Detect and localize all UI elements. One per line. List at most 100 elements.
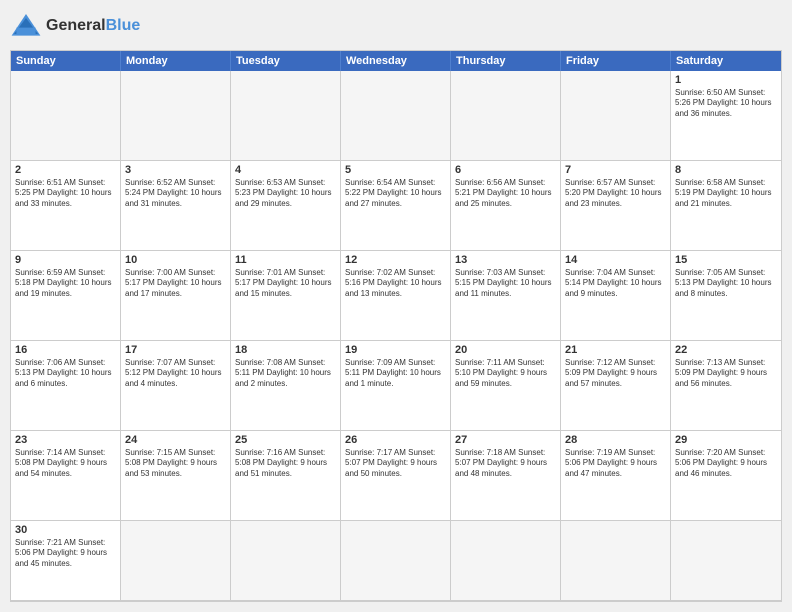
logo-text: GeneralBlue <box>46 17 140 35</box>
day-info: Sunrise: 6:54 AM Sunset: 5:22 PM Dayligh… <box>345 178 446 209</box>
day-number: 29 <box>675 434 777 446</box>
day-header-friday: Friday <box>561 51 671 71</box>
calendar-day-8: 8Sunrise: 6:58 AM Sunset: 5:19 PM Daylig… <box>671 161 781 251</box>
day-number: 26 <box>345 434 446 446</box>
day-number: 13 <box>455 254 556 266</box>
day-info: Sunrise: 7:08 AM Sunset: 5:11 PM Dayligh… <box>235 358 336 389</box>
calendar-day-5: 5 Sunrise: 6:54 AM Sunset: 5:22 PM Daylig… <box>341 161 451 251</box>
day-info: Sunrise: 6:50 AM Sunset: 5:26 PM Dayligh… <box>675 88 777 119</box>
day-header-wednesday: Wednesday <box>341 51 451 71</box>
calendar-day-13: 13 Sunrise: 7:03 AM Sunset: 5:15 PM Dayli… <box>451 251 561 341</box>
day-header-sunday: Sunday <box>11 51 121 71</box>
day-number: 24 <box>125 434 226 446</box>
calendar-day-24: 24 Sunrise: 7:15 AM Sunset: 5:08 PM Dayli… <box>121 431 231 521</box>
day-number: 9 <box>15 254 116 266</box>
day-info: Sunrise: 6:59 AM Sunset: 5:18 PM Dayligh… <box>15 268 116 299</box>
day-number: 20 <box>455 344 556 356</box>
day-info: Sunrise: 6:52 AM Sunset: 5:24 PM Dayligh… <box>125 178 226 209</box>
day-number: 16 <box>15 344 116 356</box>
calendar-empty <box>231 521 341 601</box>
day-info: Sunrise: 6:56 AM Sunset: 5:21 PM Dayligh… <box>455 178 556 209</box>
calendar-day-11: 11 Sunrise: 7:01 AM Sunset: 5:17 PM Dayli… <box>231 251 341 341</box>
day-header-tuesday: Tuesday <box>231 51 341 71</box>
calendar-day-3: 3 Sunrise: 6:52 AM Sunset: 5:24 PM Daylig… <box>121 161 231 251</box>
calendar-day-2: 2 Sunrise: 6:51 AM Sunset: 5:25 PM Daylig… <box>11 161 121 251</box>
day-info: Sunrise: 7:00 AM Sunset: 5:17 PM Dayligh… <box>125 268 226 299</box>
page: GeneralBlue SundayMondayTuesdayWednesday… <box>0 0 792 612</box>
day-number: 14 <box>565 254 666 266</box>
day-info: Sunrise: 7:19 AM Sunset: 5:06 PM Dayligh… <box>565 448 666 479</box>
calendar-day-18: 18 Sunrise: 7:08 AM Sunset: 5:11 PM Dayli… <box>231 341 341 431</box>
calendar-day-23: 23Sunrise: 7:14 AM Sunset: 5:08 PM Dayli… <box>11 431 121 521</box>
calendar-day-6: 6 Sunrise: 6:56 AM Sunset: 5:21 PM Daylig… <box>451 161 561 251</box>
day-number: 25 <box>235 434 336 446</box>
day-info: Sunrise: 7:11 AM Sunset: 5:10 PM Dayligh… <box>455 358 556 389</box>
calendar-day-20: 20 Sunrise: 7:11 AM Sunset: 5:10 PM Dayli… <box>451 341 561 431</box>
calendar-day-30: 30 Sunrise: 7:21 AM Sunset: 5:06 PM Dayli… <box>11 521 121 601</box>
calendar-day-17: 17 Sunrise: 7:07 AM Sunset: 5:12 PM Dayli… <box>121 341 231 431</box>
day-info: Sunrise: 7:16 AM Sunset: 5:08 PM Dayligh… <box>235 448 336 479</box>
day-number: 1 <box>675 74 777 86</box>
day-number: 6 <box>455 164 556 176</box>
day-info: Sunrise: 7:20 AM Sunset: 5:06 PM Dayligh… <box>675 448 777 479</box>
calendar-day-26: 26 Sunrise: 7:17 AM Sunset: 5:07 PM Dayli… <box>341 431 451 521</box>
day-header-thursday: Thursday <box>451 51 561 71</box>
calendar-day-16: 16Sunrise: 7:06 AM Sunset: 5:13 PM Dayli… <box>11 341 121 431</box>
calendar-day-19: 19 Sunrise: 7:09 AM Sunset: 5:11 PM Dayli… <box>341 341 451 431</box>
day-number: 3 <box>125 164 226 176</box>
day-number: 4 <box>235 164 336 176</box>
day-info: Sunrise: 7:17 AM Sunset: 5:07 PM Dayligh… <box>345 448 446 479</box>
day-info: Sunrise: 7:07 AM Sunset: 5:12 PM Dayligh… <box>125 358 226 389</box>
day-info: Sunrise: 7:02 AM Sunset: 5:16 PM Dayligh… <box>345 268 446 299</box>
calendar-day-14: 14 Sunrise: 7:04 AM Sunset: 5:14 PM Dayli… <box>561 251 671 341</box>
calendar-day-22: 22Sunrise: 7:13 AM Sunset: 5:09 PM Dayli… <box>671 341 781 431</box>
day-info: Sunrise: 7:03 AM Sunset: 5:15 PM Dayligh… <box>455 268 556 299</box>
day-info: Sunrise: 7:15 AM Sunset: 5:08 PM Dayligh… <box>125 448 226 479</box>
calendar-empty <box>341 521 451 601</box>
calendar-day-4: 4Sunrise: 6:53 AM Sunset: 5:23 PM Daylig… <box>231 161 341 251</box>
calendar-empty <box>561 521 671 601</box>
calendar-day-29: 29 Sunrise: 7:20 AM Sunset: 5:06 PM Dayli… <box>671 431 781 521</box>
day-info: Sunrise: 7:13 AM Sunset: 5:09 PM Dayligh… <box>675 358 777 389</box>
calendar-empty <box>561 71 671 161</box>
day-number: 21 <box>565 344 666 356</box>
day-info: Sunrise: 6:57 AM Sunset: 5:20 PM Dayligh… <box>565 178 666 209</box>
day-info: Sunrise: 7:21 AM Sunset: 5:06 PM Dayligh… <box>15 538 116 569</box>
day-number: 12 <box>345 254 446 266</box>
day-header-monday: Monday <box>121 51 231 71</box>
day-number: 15 <box>675 254 777 266</box>
calendar-day-10: 10 Sunrise: 7:00 AM Sunset: 5:17 PM Dayli… <box>121 251 231 341</box>
calendar-empty <box>451 71 561 161</box>
calendar-empty <box>231 71 341 161</box>
day-info: Sunrise: 7:05 AM Sunset: 5:13 PM Dayligh… <box>675 268 777 299</box>
day-info: Sunrise: 6:58 AM Sunset: 5:19 PM Dayligh… <box>675 178 777 209</box>
calendar-empty <box>451 521 561 601</box>
day-number: 28 <box>565 434 666 446</box>
day-number: 11 <box>235 254 336 266</box>
day-number: 10 <box>125 254 226 266</box>
calendar-day-1: 1 Sunrise: 6:50 AM Sunset: 5:26 PM Daylig… <box>671 71 781 161</box>
day-info: Sunrise: 6:51 AM Sunset: 5:25 PM Dayligh… <box>15 178 116 209</box>
day-number: 18 <box>235 344 336 356</box>
day-info: Sunrise: 7:01 AM Sunset: 5:17 PM Dayligh… <box>235 268 336 299</box>
calendar-day-27: 27Sunrise: 7:18 AM Sunset: 5:07 PM Dayli… <box>451 431 561 521</box>
day-info: Sunrise: 7:14 AM Sunset: 5:08 PM Dayligh… <box>15 448 116 479</box>
day-info: Sunrise: 7:18 AM Sunset: 5:07 PM Dayligh… <box>455 448 556 479</box>
day-number: 19 <box>345 344 446 356</box>
day-number: 5 <box>345 164 446 176</box>
day-info: Sunrise: 7:12 AM Sunset: 5:09 PM Dayligh… <box>565 358 666 389</box>
day-number: 17 <box>125 344 226 356</box>
logo-icon <box>10 10 42 42</box>
calendar-day-7: 7 Sunrise: 6:57 AM Sunset: 5:20 PM Daylig… <box>561 161 671 251</box>
day-number: 7 <box>565 164 666 176</box>
logo: GeneralBlue <box>10 10 140 42</box>
day-number: 2 <box>15 164 116 176</box>
calendar-day-12: 12 Sunrise: 7:02 AM Sunset: 5:16 PM Dayli… <box>341 251 451 341</box>
day-info: Sunrise: 7:04 AM Sunset: 5:14 PM Dayligh… <box>565 268 666 299</box>
day-number: 30 <box>15 524 116 536</box>
calendar: SundayMondayTuesdayWednesdayThursdayFrid… <box>10 50 782 602</box>
day-info: Sunrise: 7:09 AM Sunset: 5:11 PM Dayligh… <box>345 358 446 389</box>
calendar-day-25: 25 Sunrise: 7:16 AM Sunset: 5:08 PM Dayli… <box>231 431 341 521</box>
header: GeneralBlue <box>10 10 782 42</box>
calendar-empty <box>121 71 231 161</box>
